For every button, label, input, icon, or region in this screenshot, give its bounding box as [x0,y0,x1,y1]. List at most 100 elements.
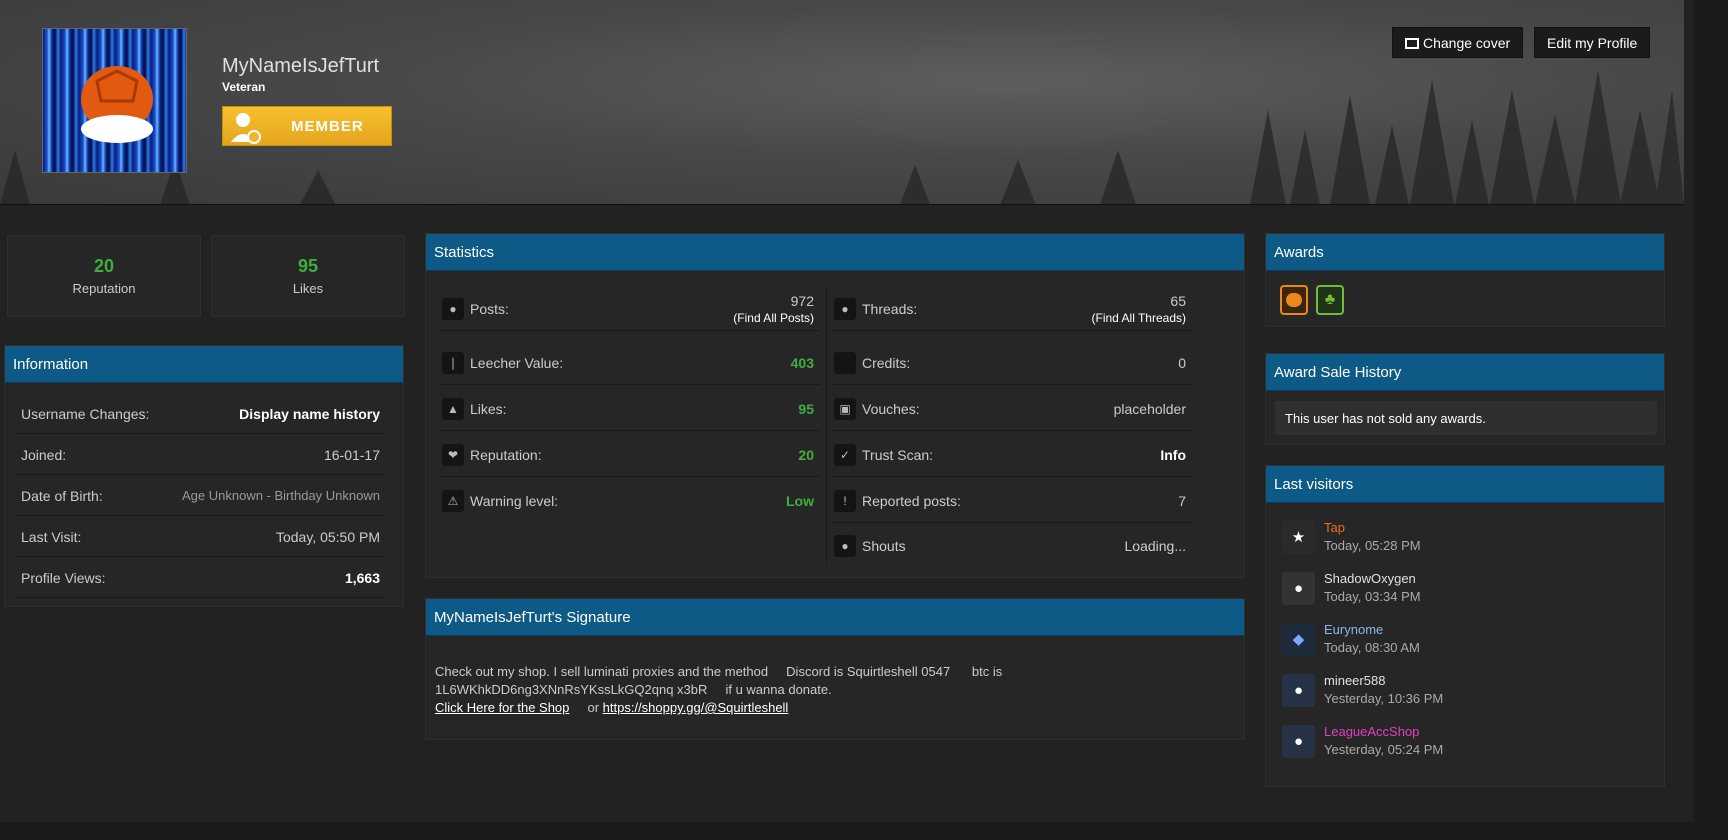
signature-or: or [587,700,600,715]
visitor-item[interactable]: ● ShadowOxygen Today, 03:34 PM [1282,569,1642,617]
reputation-label: Reputation [72,281,136,296]
stat-leecher: ∣ Leecher Value: 403 [440,339,820,385]
clover-icon[interactable]: ♣ [1316,285,1344,315]
stat-value: 972 (Find All Posts) [733,293,814,327]
stat-label: Warning level: [470,493,559,509]
stat-reported: ! Reported posts: 7 [832,477,1192,523]
reputation-value: 20 [93,256,115,276]
info-label: Joined: [21,447,67,463]
stat-label: Credits: [862,355,911,371]
stat-reputation: ❤ Reputation: 20 [440,431,820,477]
comments-icon: ● [834,298,856,320]
visitor-item[interactable]: ★ Tap Today, 05:28 PM [1282,518,1642,566]
credits-icon [834,352,856,374]
stat-warning: ⚠ Warning level: Low [440,477,820,523]
shell-avatar-image [81,66,153,143]
reputation-box: 20 Reputation [7,235,201,317]
pumpkin-icon[interactable] [1280,285,1308,315]
info-label: Date of Birth: [21,488,103,504]
find-all-threads-link[interactable]: (Find All Threads) [1092,310,1186,327]
info-label: Last Visit: [21,529,82,545]
stat-value: placeholder [1113,401,1186,417]
member-badge: MEMBER [222,106,392,146]
cart-icon: ▣ [834,398,856,420]
stat-label: Leecher Value: [470,355,564,371]
stat-value: Low [786,493,814,509]
threads-count: 65 [1170,293,1186,309]
find-all-posts-link[interactable]: (Find All Posts) [733,310,814,327]
likes-value: 95 [297,256,319,276]
checkbox-icon: ✓ [834,444,856,466]
comment-icon: ● [442,298,464,320]
comments-icon: ● [834,535,856,557]
visitor-name[interactable]: ShadowOxygen [1324,571,1416,586]
edit-profile-button[interactable]: Edit my Profile [1534,27,1651,58]
info-value: Age Unknown - Birthday Unknown [182,488,380,503]
stat-threads: ● Threads: 65 (Find All Threads) [832,285,1192,331]
stat-posts: ● Posts: 972 (Find All Posts) [440,285,820,331]
stat-value: Loading... [1124,538,1187,554]
ethereum-avatar-icon: ◆ [1282,623,1315,656]
trust-scan-info-link[interactable]: Info [1160,447,1186,463]
visitor-name[interactable]: Tap [1324,520,1345,535]
thumbs-up-icon: ▲ [442,398,464,420]
visitor-avatar: ● [1282,572,1315,605]
stat-credits: Credits: 0 [832,339,1192,385]
user-avatar-icon: ● [1282,674,1315,707]
image-icon [1405,38,1419,49]
stat-trust-scan: ✓ Trust Scan: Info [832,431,1192,477]
stat-value: 95 [798,401,814,417]
thermometer-icon: ∣ [442,352,464,374]
visitor-time: Yesterday, 05:24 PM [1324,742,1444,757]
shoppy-link[interactable]: https://shoppy.gg/@Squirtleshell [603,700,789,715]
profile-rank: Veteran [222,80,266,94]
stat-value: 0 [1178,355,1186,371]
stat-label: Posts: [470,301,509,317]
edit-profile-label: Edit my Profile [1547,35,1638,51]
likes-box: 95 Likes [211,235,405,317]
stat-label: Trust Scan: [862,447,934,463]
information-title: Information [5,346,403,383]
visitor-name[interactable]: LeagueAccShop [1324,724,1419,739]
info-value: Today, 05:50 PM [275,529,380,545]
likes-label: Likes [292,281,324,296]
stat-label: Reputation: [470,447,542,463]
signature-body: Check out my shop. I sell luminati proxi… [435,663,1235,717]
info-row-birth: Date of Birth: Age Unknown - Birthday Unk… [16,475,386,516]
warning-icon: ⚠ [442,490,464,512]
last-visitors-title: Last visitors [1266,466,1664,503]
stat-vouches: ▣ Vouches: placeholder [832,385,1192,431]
visitor-time: Today, 05:28 PM [1324,538,1421,553]
visitor-item[interactable]: ● mineer588 Yesterday, 10:36 PM [1282,671,1642,719]
display-name-history-link[interactable]: Display name history [239,406,380,422]
stat-value: 65 (Find All Threads) [1092,293,1186,327]
stat-label: Reported posts: [862,493,961,509]
stat-value: 20 [798,447,814,463]
change-cover-label: Change cover [1423,35,1511,51]
stat-label: Shouts [862,538,906,554]
profile-username: MyNameIsJefTurt [222,55,380,77]
change-cover-button[interactable]: Change cover [1392,27,1524,58]
shop-link[interactable]: Click Here for the Shop [435,700,569,715]
statistics-title: Statistics [426,234,1244,271]
stats-divider [826,285,827,565]
visitor-name[interactable]: mineer588 [1324,673,1385,688]
ribbon-icon: ❤ [442,444,464,466]
stat-label: Threads: [862,301,918,317]
posts-count: 972 [790,293,814,309]
info-row-profile-views: Profile Views: 1,663 [16,557,386,598]
profile-avatar [42,28,187,173]
visitor-avatar: ★ [1282,521,1315,554]
visitor-item[interactable]: ◆ Eurynome Today, 08:30 AM [1282,620,1642,668]
info-label: Username Changes: [21,406,150,422]
pumpkin-shape [1286,293,1302,307]
info-value: 16-01-17 [323,447,380,463]
signature-text: Check out my shop. I sell luminati proxi… [435,664,1006,697]
signature-title: MyNameIsJefTurt's Signature [426,599,1244,636]
visitor-name[interactable]: Eurynome [1324,622,1383,637]
visitor-time: Yesterday, 10:36 PM [1324,691,1444,706]
stat-label: Vouches: [862,401,920,417]
visitor-item[interactable]: ● LeagueAccShop Yesterday, 05:24 PM [1282,722,1642,770]
info-row-joined: Joined: 16-01-17 [16,434,386,475]
info-row-last-visit: Last Visit: Today, 05:50 PM [16,516,386,557]
